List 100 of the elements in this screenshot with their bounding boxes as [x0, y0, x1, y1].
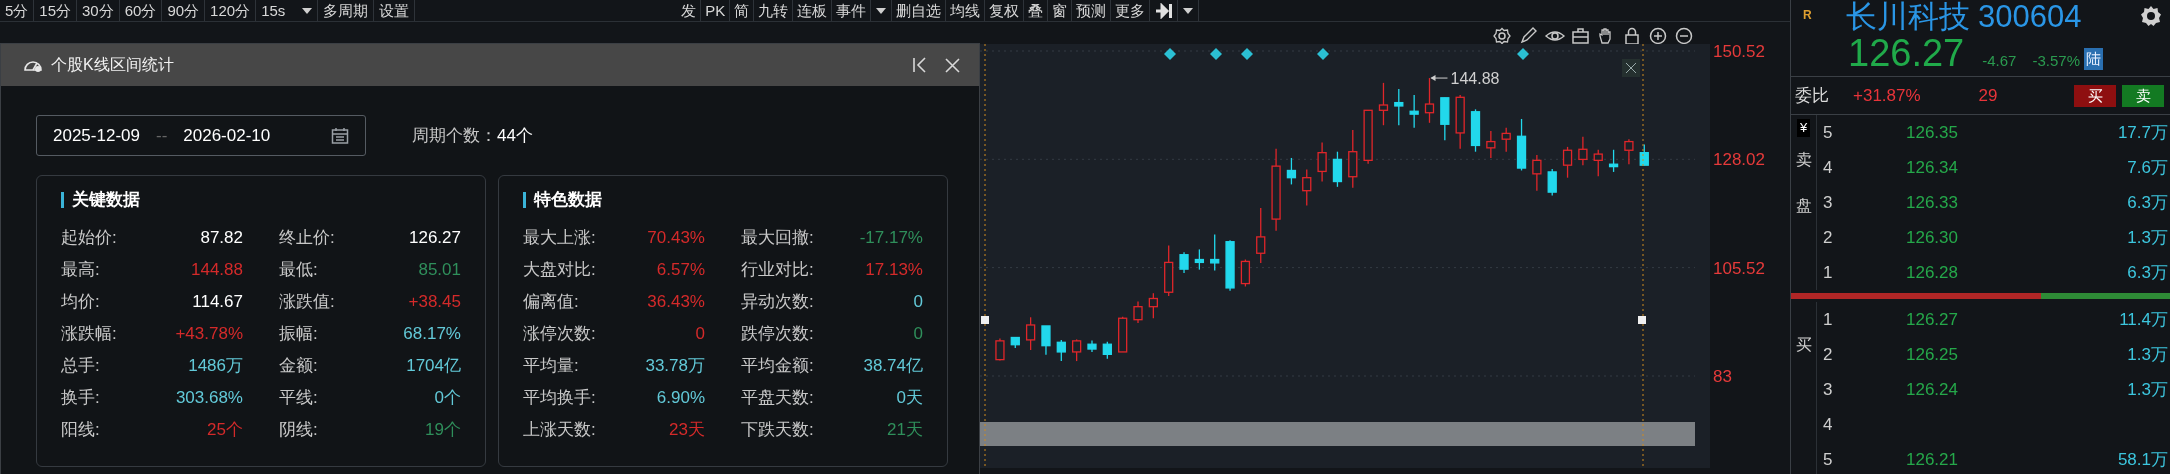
side-label: 卖盘	[1795, 150, 1812, 217]
buy-button[interactable]: 买	[2074, 84, 2116, 107]
toolbar-button[interactable]: 删自选	[892, 0, 947, 21]
toolbar-button[interactable]: 叠	[1024, 0, 1049, 21]
candlestick	[1210, 233, 1220, 272]
candlestick	[1056, 339, 1066, 362]
toolbar-button[interactable]: 多周期	[318, 0, 375, 21]
candlestick	[1240, 258, 1251, 288]
stat-label: 平均金额:	[741, 355, 814, 378]
settings-icon[interactable]	[1493, 27, 1513, 45]
percent-change: -3.57%	[2032, 50, 2080, 71]
stat-label: 平盘天数:	[741, 387, 814, 410]
stat-value: 23天	[669, 419, 705, 442]
candlestick	[1501, 126, 1511, 153]
calendar-icon[interactable]	[331, 127, 349, 144]
axis-tick-label: 105.52	[1713, 258, 1765, 278]
order-volume: 7.6万	[2126, 156, 2169, 179]
level-number: 2	[1822, 343, 1834, 366]
candlestick	[1562, 146, 1573, 179]
candlestick	[1102, 341, 1112, 360]
stat-value: 144.88	[191, 259, 243, 282]
toolbar-button[interactable]: 90分	[162, 0, 206, 21]
stat-label: 涨跌幅:	[61, 323, 117, 346]
currency-badge: ¥	[1796, 119, 1811, 137]
price-annotation: 144.88	[1450, 70, 1500, 88]
briefcase-icon[interactable]	[1571, 27, 1591, 45]
collapse-icon[interactable]	[912, 56, 928, 74]
close-icon[interactable]	[944, 56, 961, 74]
toolbar-button[interactable]: 发	[677, 0, 702, 21]
card-title: 关键数据	[61, 192, 461, 208]
toolbar-button[interactable]: 5分	[0, 0, 35, 21]
level-number: 5	[1822, 448, 1834, 471]
stat-value: 38.74亿	[863, 355, 923, 378]
order-volume: 1.3万	[2126, 226, 2169, 249]
candlestick	[1010, 336, 1020, 349]
stat-value: +38.45	[408, 291, 461, 314]
toolbar-button[interactable]: 简	[730, 0, 755, 21]
candlestick	[1486, 130, 1496, 159]
order-volume: 1.3万	[2126, 378, 2169, 401]
stat-value: 126.27	[409, 227, 461, 250]
toolbar-button[interactable]: 均线	[946, 0, 986, 21]
card-title: 特色数据	[523, 192, 923, 208]
order-price: 126.33	[1905, 191, 1959, 214]
level-number: 3	[1822, 191, 1834, 214]
date-range-field[interactable]: 2025-12-09 -- 2026-02-10	[36, 115, 366, 156]
order-difference: 29	[1978, 84, 1998, 107]
toolbar-button[interactable]: 设置	[374, 0, 416, 21]
candlestick	[1072, 338, 1082, 362]
event-marker-icon	[1317, 48, 1329, 60]
toolbar-button[interactable]: 窗	[1048, 0, 1073, 21]
level-number: 1	[1822, 308, 1834, 331]
stat-label: 下跌天数:	[741, 419, 814, 442]
toolbar-button[interactable]: 60分	[119, 0, 163, 21]
chart-close-icon[interactable]	[1622, 59, 1640, 77]
stat-label: 偏离值:	[523, 291, 579, 314]
toolbar-button[interactable]: 更多	[1111, 0, 1151, 21]
exit-icon[interactable]	[1154, 2, 1174, 19]
order-price: 126.34	[1905, 156, 1959, 179]
stat-value: 0天	[896, 387, 923, 410]
stat-label: 均价:	[61, 291, 100, 314]
candlestick	[1225, 239, 1235, 292]
toolbar-button[interactable]: 事件	[832, 0, 872, 21]
sell-button[interactable]: 卖	[2122, 84, 2164, 107]
stat-label: 总手:	[61, 355, 100, 378]
stat-label: 平均量:	[523, 355, 579, 378]
candlestick	[1148, 292, 1158, 319]
period-count: 44个	[497, 124, 533, 147]
toolbar-button[interactable]: 连板	[793, 0, 833, 21]
candlestick	[1087, 339, 1097, 353]
toolbar-button[interactable]: 九转	[754, 0, 794, 21]
zoom-out-icon[interactable]	[1675, 27, 1695, 45]
pen-icon[interactable]	[1519, 27, 1539, 45]
candlestick	[1470, 108, 1481, 153]
toolbar-button[interactable]: 30分	[77, 0, 120, 21]
order-price: 126.24	[1905, 378, 1959, 401]
level-number: 4	[1822, 413, 1834, 436]
order-price: 126.30	[1905, 226, 1959, 249]
stock-name: 长川科技	[1846, 0, 1970, 34]
toolbar-button[interactable]: 15分	[34, 0, 78, 21]
price-annotation-arrow	[1430, 75, 1448, 82]
candlestick	[1348, 129, 1358, 189]
stat-value: 21天	[887, 419, 923, 442]
stat-value: 0	[913, 323, 923, 346]
settings-icon[interactable]	[2140, 5, 2162, 27]
level-number: 3	[1822, 378, 1834, 401]
candlestick	[1532, 154, 1542, 192]
order-ratio-label: 委比	[1795, 84, 1829, 107]
candlestick	[1593, 149, 1603, 177]
stat-value: 303.68%	[175, 387, 243, 410]
stat-label: 最高:	[61, 259, 100, 282]
stat-value: 25个	[207, 419, 243, 442]
scroll-bar[interactable]	[980, 422, 1695, 446]
interval-dropdown[interactable]: 15s	[256, 0, 319, 21]
order-price: 126.25	[1905, 343, 1959, 366]
toolbar-button[interactable]: 120分	[205, 0, 257, 21]
toolbar-button[interactable]: 复权	[985, 0, 1025, 21]
toolbar-button[interactable]: PK	[701, 0, 731, 21]
order-price: 126.28	[1905, 261, 1959, 284]
toolbar-button[interactable]: 预测	[1072, 0, 1112, 21]
zoom-in-icon[interactable]	[1649, 27, 1669, 45]
